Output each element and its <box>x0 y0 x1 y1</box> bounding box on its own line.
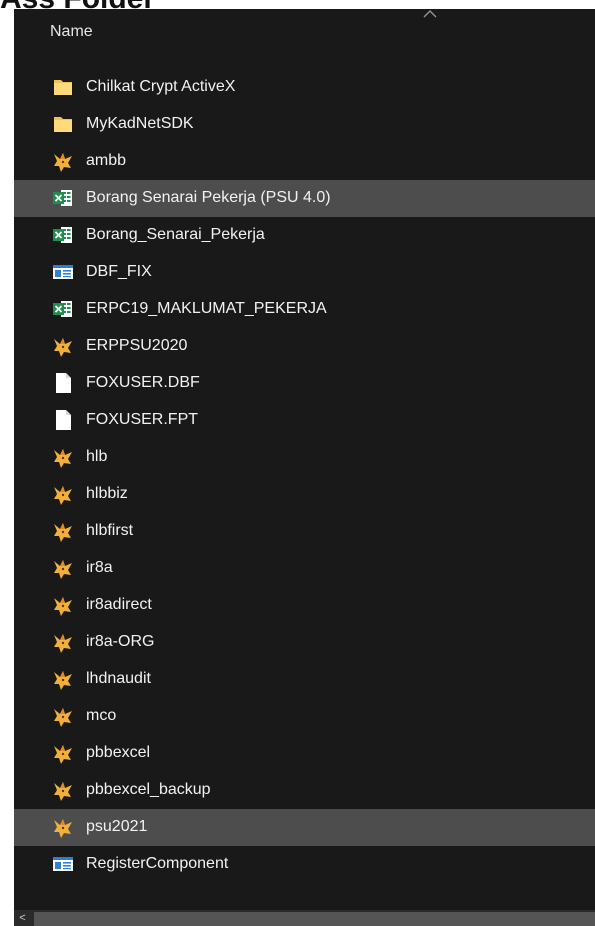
foxpro-icon <box>54 708 72 727</box>
sort-ascending-icon[interactable] <box>423 9 437 19</box>
file-name-label: hlb <box>86 448 108 465</box>
file-row[interactable]: ERPC19_MAKLUMAT_PEKERJA <box>14 291 595 328</box>
foxpro-icon <box>54 819 72 838</box>
foxpro-icon <box>54 634 72 653</box>
foxpro-icon <box>54 597 72 616</box>
file-row[interactable]: MyKadNetSDK <box>14 106 595 143</box>
file-row[interactable]: Borang_Senarai_Pekerja <box>14 217 595 254</box>
file-row[interactable]: pbbexcel_backup <box>14 772 595 809</box>
file-row[interactable]: ERPPSU2020 <box>14 328 595 365</box>
foxpro-icon <box>54 153 72 172</box>
file-row[interactable]: ir8adirect <box>14 587 595 624</box>
file-name-label: hlbfirst <box>86 522 134 539</box>
foxpro-icon <box>54 782 72 801</box>
file-name-label: lhdnaudit <box>86 670 151 687</box>
excel-icon <box>53 190 72 206</box>
file-name-label: pbbexcel <box>86 744 151 761</box>
file-name-label: MyKadNetSDK <box>86 115 194 132</box>
application-icon <box>53 857 73 871</box>
foxpro-icon <box>54 523 72 542</box>
file-row[interactable]: psu2021 <box>14 809 595 846</box>
file-row[interactable]: pbbexcel <box>14 735 595 772</box>
folder-icon <box>54 80 72 95</box>
file-row[interactable]: mco <box>14 698 595 735</box>
foxpro-icon <box>54 486 72 505</box>
foxpro-icon <box>54 449 72 468</box>
file-name-label: ir8a-ORG <box>86 633 155 650</box>
file-row[interactable]: Chilkat Crypt ActiveX <box>14 69 595 106</box>
file-list: Chilkat Crypt ActiveX MyKadNetSDK ambb Bora… <box>14 69 595 883</box>
horizontal-scrollbar[interactable]: < <box>14 910 595 926</box>
scrollbar-thumb[interactable] <box>34 912 595 926</box>
file-name-label: ERPC19_MAKLUMAT_PEKERJA <box>86 300 327 317</box>
file-row[interactable]: hlb <box>14 439 595 476</box>
file-name-label: mco <box>86 707 117 724</box>
file-name-label: Chilkat Crypt ActiveX <box>86 78 236 95</box>
file-name-label: ir8a <box>86 559 113 576</box>
file-row[interactable]: DBF_FIX <box>14 254 595 291</box>
document-icon <box>56 373 71 393</box>
foxpro-icon <box>54 338 72 357</box>
file-name-label: ir8adirect <box>86 596 152 613</box>
file-row[interactable]: FOXUSER.DBF <box>14 365 595 402</box>
file-name-label: FOXUSER.FPT <box>86 411 199 428</box>
file-name-label: FOXUSER.DBF <box>86 374 200 391</box>
excel-icon <box>53 301 72 317</box>
document-icon <box>56 410 71 430</box>
explorer-screenshot: Ass Folder Name Chilkat Crypt ActiveXMyK… <box>0 0 595 926</box>
file-list-pane: Name Chilkat Crypt ActiveX MyKadNetSDK amb… <box>14 9 595 926</box>
file-row[interactable]: hlbbiz <box>14 476 595 513</box>
file-row[interactable]: Borang Senarai Pekerja (PSU 4.0) <box>14 180 595 217</box>
file-name-label: ambb <box>86 152 127 169</box>
foxpro-icon <box>54 745 72 764</box>
excel-icon <box>53 227 72 243</box>
file-name-label: Borang Senarai Pekerja (PSU 4.0) <box>86 189 331 206</box>
foxpro-icon <box>54 671 72 690</box>
file-name-label: ERPPSU2020 <box>86 337 188 354</box>
file-row[interactable]: hlbfirst <box>14 513 595 550</box>
scroll-left-arrow[interactable]: < <box>14 910 31 926</box>
file-name-label: hlbbiz <box>86 485 128 502</box>
column-header-name[interactable]: Name <box>50 23 93 41</box>
file-row[interactable]: ir8a-ORG <box>14 624 595 661</box>
file-row[interactable]: RegisterComponent <box>14 846 595 883</box>
file-row[interactable]: lhdnaudit <box>14 661 595 698</box>
application-icon <box>53 265 73 279</box>
file-row[interactable]: FOXUSER.FPT <box>14 402 595 439</box>
file-name-label: DBF_FIX <box>86 263 152 280</box>
foxpro-icon <box>54 560 72 579</box>
file-name-label: Borang_Senarai_Pekerja <box>86 226 265 243</box>
file-row[interactable]: ir8a <box>14 550 595 587</box>
file-name-label: RegisterComponent <box>86 855 229 872</box>
file-name-label: pbbexcel_backup <box>86 781 211 798</box>
file-row[interactable]: ambb <box>14 143 595 180</box>
file-name-label: psu2021 <box>86 818 148 835</box>
folder-icon <box>54 117 72 132</box>
